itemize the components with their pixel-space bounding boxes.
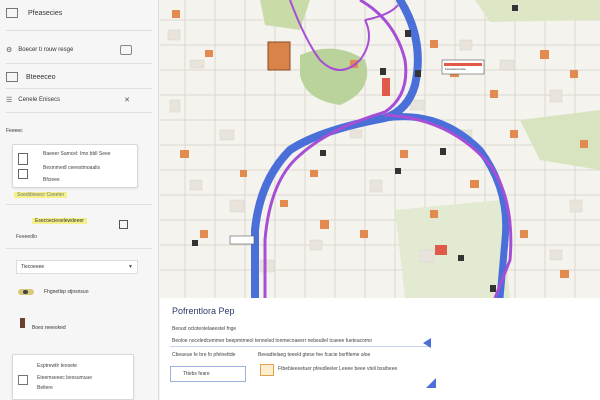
dropdown-label: Tiecoeeee — [21, 264, 45, 270]
toggle-icon[interactable] — [120, 45, 132, 55]
sidebar: Pfeasecies ⚙ Boecer ti rouw resge Bteeec… — [0, 0, 159, 400]
checkbox-icon[interactable] — [18, 375, 28, 385]
card1-line3: Bfcieee — [43, 177, 60, 183]
sidebar-header[interactable]: Pfeasecies — [6, 8, 152, 18]
search-input[interactable]: Tttebs feare — [170, 366, 246, 382]
card3-line2: Eteemseeec bessumuue — [37, 375, 93, 381]
divider — [6, 112, 152, 113]
map-canvas[interactable] — [160, 0, 600, 298]
car-icon — [18, 289, 34, 295]
card3-line1: Esptrewtlr teosete — [37, 363, 78, 369]
info-badge-icon — [260, 364, 274, 376]
filter-icon: ☰ — [6, 97, 13, 104]
result-card-2[interactable]: Esecoecieoelewdeeer Feeeedlo — [12, 214, 132, 244]
card1-line1: Baeeer Samcel: Imo bbll Seee — [43, 151, 111, 157]
section2-icon — [6, 72, 18, 82]
dropdown-select[interactable]: Tiecoeeee ▼ — [16, 260, 138, 274]
result-card-3[interactable]: Esptrewtlr teosete Eteemseeec bessumuue … — [12, 354, 134, 400]
map-view[interactable]: Feredooconsile — [160, 0, 600, 298]
card1-line2: Besmmedl ceeestmoaalis — [43, 165, 100, 171]
panel-desc-text: Beoloe noceledcemmer beepmtmeol tenneled… — [172, 338, 372, 344]
divider — [6, 248, 152, 249]
divider — [6, 204, 152, 205]
section1-row[interactable]: ⚙ Boecer ti rouw resge — [6, 45, 152, 55]
bookmark-icon — [20, 318, 25, 328]
divider — [6, 88, 152, 89]
chevron-down-icon: ▼ — [128, 264, 133, 270]
filter-row[interactable]: ☰ Cenele Enisecs ✕ — [6, 96, 152, 104]
panel-row-right: Beeadtelaeg teeeld gtese fee fcacie bsrf… — [258, 352, 371, 358]
map-legend-label: Feredooconsile — [445, 67, 466, 71]
panel-bottom-right: Ftbebleeeetuer pfeedleeler Leeee beee vt… — [278, 366, 398, 372]
saved-row[interactable]: Boes reeeoked — [32, 325, 152, 331]
phone-icon — [18, 169, 28, 179]
close-icon[interactable]: ✕ — [124, 96, 130, 104]
square-icon[interactable] — [119, 220, 128, 229]
route-item[interactable]: Fhgnetlsp stjnsnsuo — [18, 289, 152, 295]
details-panel: Pofrentlora Pep Beoud ocloteolelaeestel … — [160, 298, 600, 400]
divider — [6, 30, 152, 31]
filter-label: Cenele Enisecs — [18, 97, 60, 103]
panel-description: Beoloe noceledcemmer beepmtmeol tenneled… — [170, 334, 430, 347]
card2-sub: Feeeedlo — [16, 234, 37, 240]
panel-row-left: Cbeaeue fe bre fo pfelnettde — [172, 352, 236, 358]
card2-label: Esecoecieoelewdeeer — [32, 218, 87, 224]
menu-icon[interactable] — [6, 8, 18, 18]
small-label-row: Feeeec — [6, 128, 152, 134]
search-input-value: Tttebs feare — [183, 371, 210, 377]
panel-subtitle: Beoud ocloteolelaeestel fnge — [172, 326, 237, 332]
card3-line3: Beltere — [37, 385, 53, 391]
highlight-text: Soeddleeecr Ceeeter — [14, 192, 68, 198]
divider — [6, 63, 152, 64]
result-card-1[interactable]: Baeeer Samcel: Imo bbll Seee Besmmedl ce… — [12, 144, 138, 188]
section2-title: Bteeeceo — [26, 73, 56, 81]
key-icon: ⚙ — [6, 47, 13, 54]
arrow-left-icon[interactable] — [423, 338, 431, 348]
document-icon — [18, 153, 28, 165]
section1-label: Boecer ti rouw resge — [18, 47, 74, 53]
route-item-label: Fhgnetlsp stjnsnsuo — [44, 289, 89, 295]
panel-title: Pofrentlora Pep — [172, 306, 235, 316]
saved-label: Boes reeeoked — [32, 325, 66, 331]
sidebar-title: Pfeasecies — [28, 9, 63, 17]
navigate-arrow-icon[interactable] — [426, 378, 436, 388]
small-label: Feeeec — [6, 128, 23, 134]
section2-row[interactable]: Bteeeceo — [6, 72, 152, 82]
